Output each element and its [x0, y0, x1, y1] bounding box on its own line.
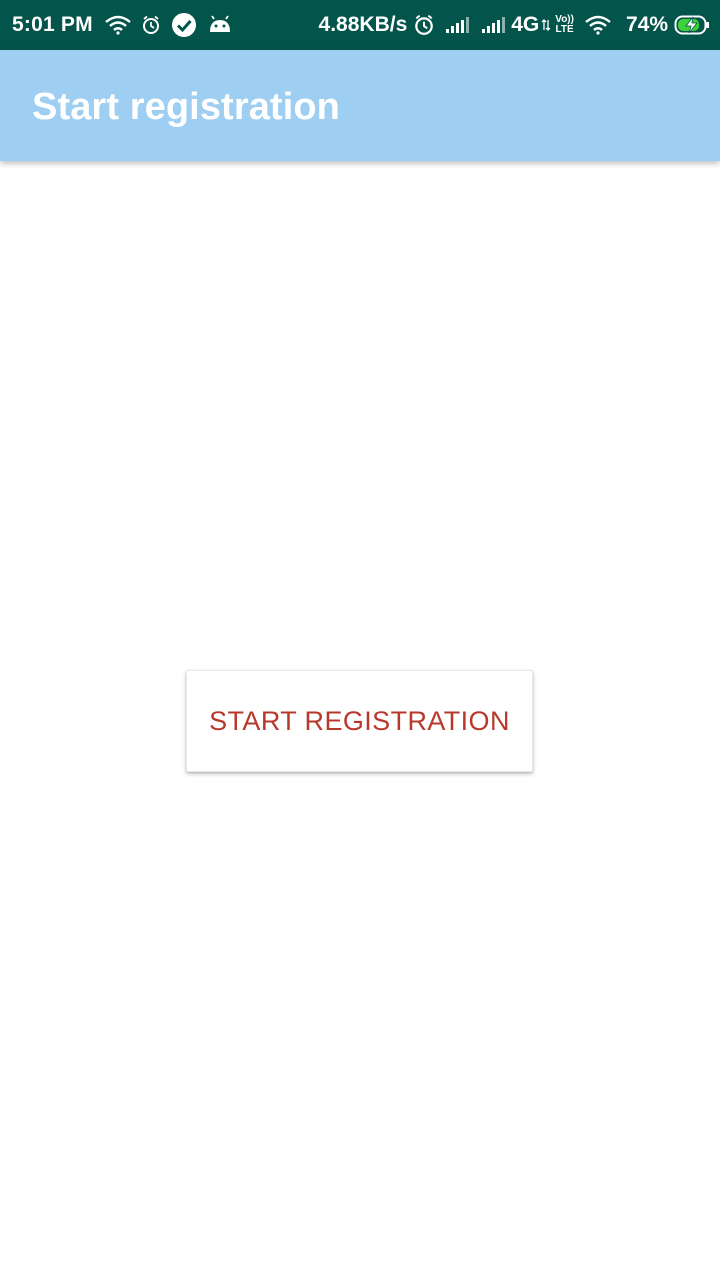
alarm-icon — [141, 15, 161, 35]
status-time: 5:01 PM — [12, 13, 93, 36]
network-type: 4G — [511, 13, 540, 36]
battery-percent: 74% — [625, 13, 668, 36]
page-title: Start registration — [32, 86, 340, 128]
volte-indicator: Vo)) LTE — [555, 15, 574, 35]
start-registration-button[interactable]: START REGISTRATION — [186, 670, 533, 772]
signal-icon — [481, 16, 507, 34]
wifi-icon — [584, 15, 612, 35]
android-icon — [207, 15, 233, 35]
signal-icon — [445, 16, 471, 34]
check-circle-icon — [171, 12, 197, 38]
app-bar: Start registration — [0, 50, 720, 161]
status-bar-right: 4.88KB/s 4G Vo)) LTE 74% — [319, 13, 710, 37]
wifi-icon — [104, 15, 131, 35]
lte-label: LTE — [555, 24, 574, 35]
app-screen: 5:01 PM 4.88KB/s 4G Vo)) LTE 74% Start r… — [0, 0, 720, 1280]
network-speed: 4.88KB/s — [318, 13, 408, 36]
status-bar: 5:01 PM 4.88KB/s 4G Vo)) LTE 74% — [0, 0, 720, 50]
alarm-icon — [413, 14, 435, 36]
data-arrows-icon — [541, 18, 551, 32]
battery-charging-icon — [674, 14, 710, 36]
status-bar-left: 5:01 PM — [12, 12, 243, 38]
